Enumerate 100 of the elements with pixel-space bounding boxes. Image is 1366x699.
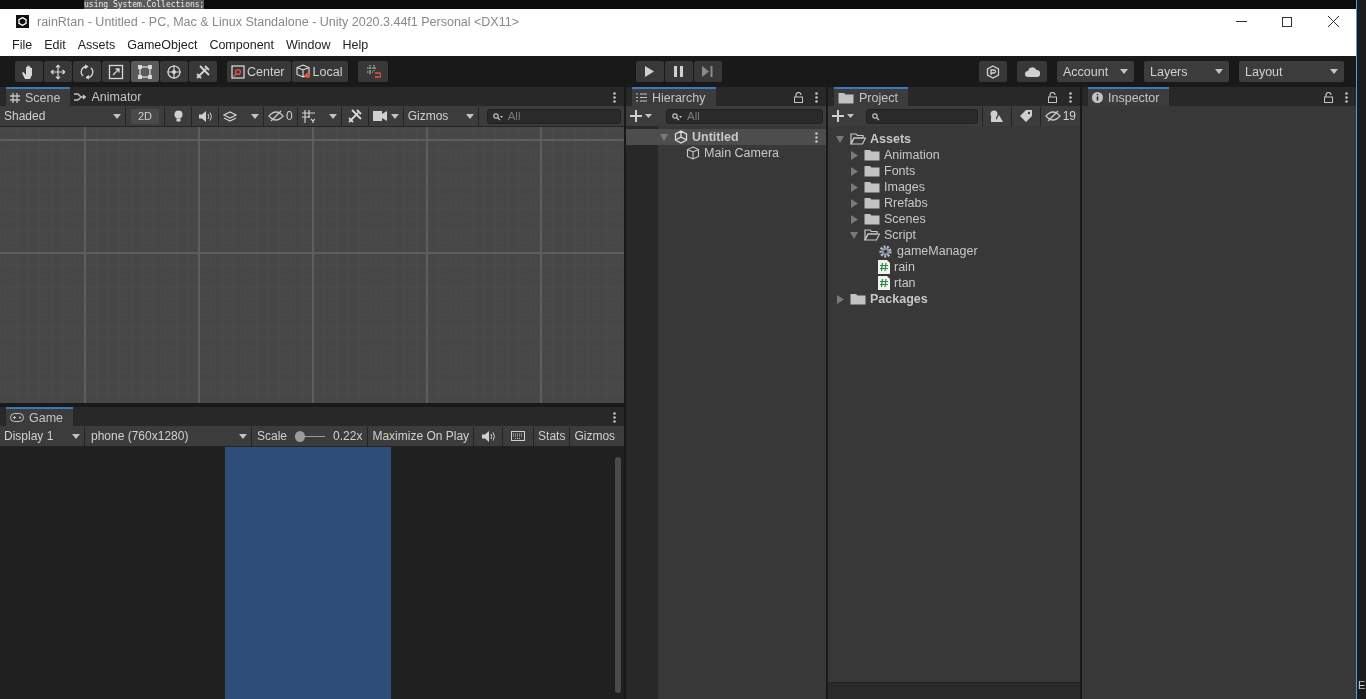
background-code-text: using System.Collections; [84,0,205,9]
menu-item[interactable]: Assets [71,38,122,52]
tree-item[interactable]: rtan [894,276,916,290]
more-icon[interactable] [613,412,616,423]
more-icon[interactable] [1345,92,1348,103]
tree-item[interactable]: rain [894,260,915,274]
minimize-icon[interactable] [1235,21,1247,22]
gear-icon [878,243,893,259]
layers-dropdown[interactable]: Layers [1144,61,1229,82]
cloud-button[interactable] [1017,61,1047,82]
layout-dropdown[interactable]: Layout [1239,61,1344,82]
info-icon [1092,92,1103,103]
collab-button[interactable] [979,61,1007,82]
scale-label: Scale [257,429,288,443]
speaker-icon [198,110,212,122]
more-icon[interactable] [1069,92,1072,103]
panel-tab[interactable]: Scene [6,87,71,106]
folder-icon [864,149,880,161]
menu-item[interactable]: File [6,38,39,52]
caret-icon [1120,69,1128,74]
menu-item[interactable]: Help [336,38,375,52]
play-button[interactable] [635,61,664,82]
panel-tab[interactable]: Project [834,87,908,106]
collapsed-arrow-icon[interactable] [850,166,858,176]
move-icon [50,63,66,80]
menu-item[interactable]: GameObject [121,38,204,52]
caret-icon [1215,69,1223,74]
maximize-icon[interactable] [1282,16,1292,27]
tool-button[interactable] [102,61,130,82]
hierarchy-item[interactable]: Main Camera [704,146,780,160]
folder-icon [864,165,880,177]
tree-item[interactable]: Scenes [884,212,926,226]
menu-item[interactable]: Component [203,38,280,52]
more-icon[interactable] [815,131,818,143]
account-dropdown[interactable]: Account [1057,61,1134,82]
close-icon[interactable] [1327,16,1339,27]
collapsed-arrow-icon[interactable] [850,198,858,208]
expanded-arrow-icon[interactable] [836,134,844,144]
grid-icon [301,109,315,123]
collapsed-arrow-icon[interactable] [850,150,858,160]
more-icon[interactable] [613,92,616,103]
collapsed-arrow-icon[interactable] [836,294,844,304]
tree-item[interactable]: gameManager [897,244,978,258]
tree-item[interactable]: Animation [884,148,940,162]
expanded-arrow-icon[interactable] [850,230,858,240]
step-button[interactable] [693,61,722,82]
more-icon[interactable] [815,92,818,103]
tools-icon [346,108,363,124]
step-icon [702,66,714,77]
search-field[interactable]: All [666,108,823,124]
filter-type-button[interactable] [981,106,1012,126]
display-dropdown[interactable]: Display 1 [0,426,85,446]
caret-icon [72,433,80,439]
hidden-icon [268,110,284,122]
scale-slider[interactable] [295,430,326,442]
2d-toggle[interactable]: 2D [131,108,159,124]
unity-logo-icon [16,15,29,28]
cloud-icon [1024,66,1040,77]
tree-item[interactable]: Fonts [884,164,916,178]
grid-snap-button[interactable] [358,61,389,82]
pivot-button[interactable]: Center [227,61,291,82]
search-field[interactable] [866,108,978,124]
lock-icon[interactable] [1048,92,1057,103]
caret-icon [251,113,259,119]
tree-item[interactable]: Script [884,228,916,242]
tree-item[interactable]: Images [884,180,925,194]
panel-tab[interactable]: Animator [70,88,152,106]
tool-button[interactable] [73,61,101,82]
panel-tab[interactable]: Hierarchy [632,87,716,106]
panel-tab[interactable]: Game [6,407,74,426]
tool-button[interactable] [15,61,43,82]
lock-icon[interactable] [794,92,803,103]
animator-icon [74,92,87,102]
tree-item[interactable]: Packages [870,292,928,306]
menu-item[interactable]: Edit [38,38,72,52]
menu-item[interactable]: Window [280,38,337,52]
tree-item[interactable]: Assets [870,132,911,146]
tool-button[interactable] [131,61,159,82]
panel-tab[interactable]: Inspector [1088,87,1170,106]
caret-icon [465,113,474,119]
search-icon [872,112,882,121]
tool-button[interactable] [44,61,72,82]
caret-icon [390,113,399,119]
gizmos-dropdown[interactable]: Gizmos [403,106,479,126]
camera-icon [372,111,387,121]
lock-icon[interactable] [1324,92,1333,103]
play-icon [645,66,655,77]
shapes-icon [990,109,1004,123]
script-file-icon [878,260,890,274]
pause-button[interactable] [664,61,693,82]
grid-icon [10,92,20,103]
tool-button[interactable] [189,61,217,82]
collapsed-arrow-icon[interactable] [850,182,858,192]
grid-snap-icon [365,64,381,79]
tool-button[interactable] [160,61,188,82]
open-folder-icon [864,229,880,241]
search-field[interactable]: All [486,108,621,124]
collapsed-arrow-icon[interactable] [850,214,858,224]
space-button[interactable]: Local [291,61,349,82]
tree-item[interactable]: Rrefabs [884,196,928,210]
